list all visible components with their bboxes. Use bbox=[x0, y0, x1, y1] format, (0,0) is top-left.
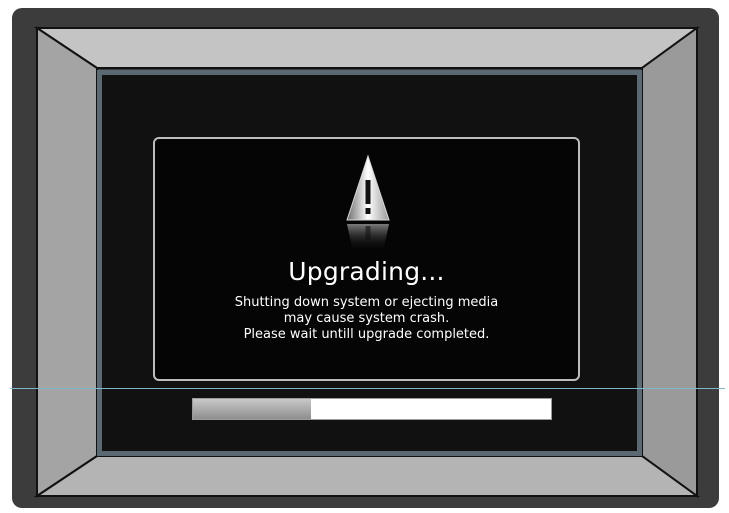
upgrade-progress-bar bbox=[192, 398, 552, 420]
bezel-bottom bbox=[33, 455, 701, 497]
bezel-right bbox=[641, 26, 698, 498]
bezel-top bbox=[33, 27, 701, 69]
message-line-3: Please wait untill upgrade completed. bbox=[243, 327, 490, 342]
progress-fill bbox=[193, 399, 312, 419]
dialog-message: Shutting down system or ejecting media m… bbox=[155, 295, 578, 343]
dialog-title: Upgrading... bbox=[288, 257, 445, 286]
guide-line bbox=[10, 388, 725, 389]
bezel-left bbox=[36, 26, 98, 498]
message-line-2: may cause system crash. bbox=[283, 311, 450, 326]
message-line-1: Shutting down system or ejecting media bbox=[234, 295, 499, 310]
upgrade-dialog: Upgrading... Shutting down system or eje… bbox=[153, 137, 580, 381]
warning-triangle-icon bbox=[346, 154, 390, 252]
